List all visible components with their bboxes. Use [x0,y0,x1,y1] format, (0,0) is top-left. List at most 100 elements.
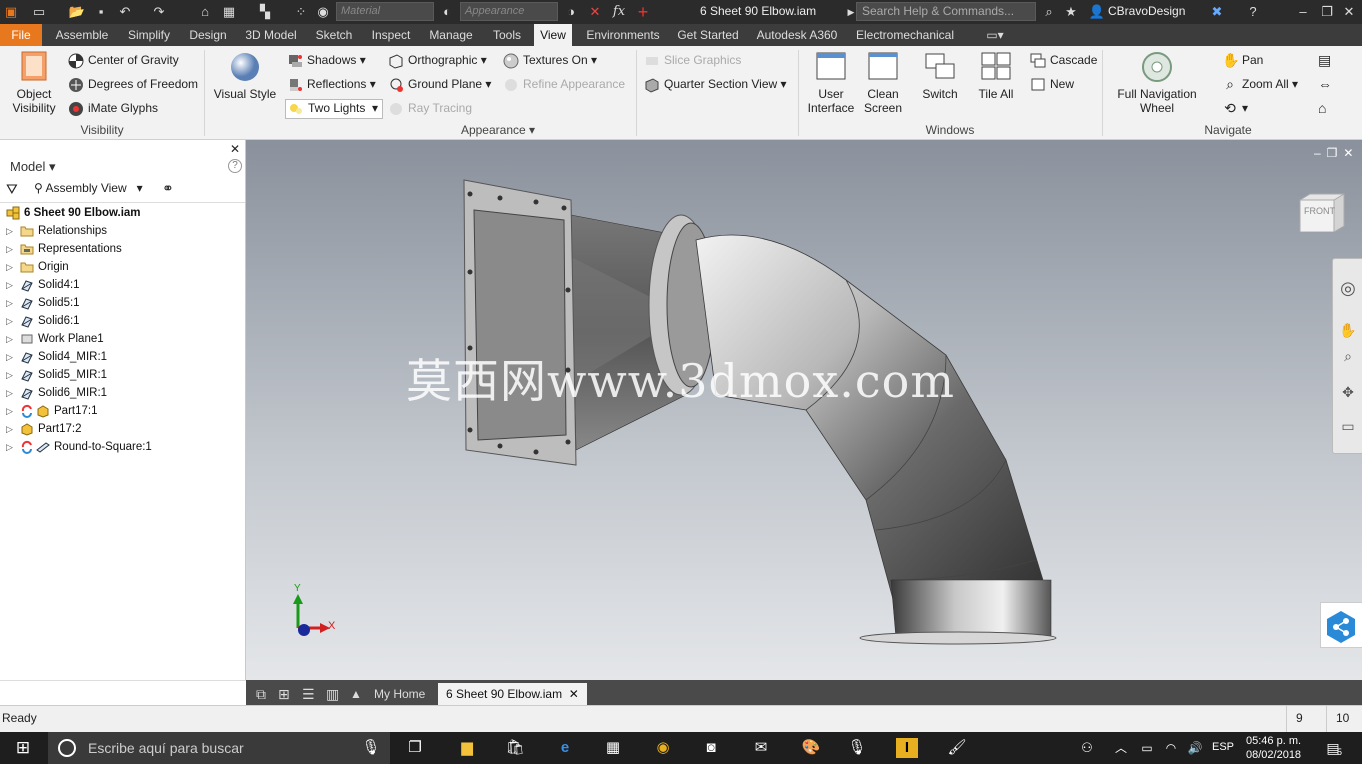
graphics-viewport[interactable]: Y X 莫西网www.3dmox.com –❐✕ [246,140,1362,680]
inventor-logo-icon[interactable]: ▣ [2,3,20,21]
tree-node[interactable]: ▷ Origin [6,258,152,276]
tile-all-button[interactable]: Tile All [972,50,1020,101]
windows-start-icon[interactable]: ⊞ [12,738,34,758]
assembly-view-dropdown[interactable]: ⚲ Assembly View ▾ [34,181,143,195]
show-hidden-icons[interactable]: ︿ [1110,738,1132,758]
expand-arrow-icon[interactable]: ▷ [6,240,20,258]
expand-arrow-icon[interactable]: ▷ [6,294,20,312]
appearance-combo[interactable]: Appearance [460,2,558,21]
tree-node[interactable]: ▷ Work Plane1 [6,330,152,348]
task-view-icon[interactable]: ❐ [404,738,426,758]
close-tab-icon[interactable]: ✕ [569,687,579,701]
expand-arrow-icon[interactable]: ▷ [6,420,20,438]
user-interface-button[interactable]: User Interface [806,50,856,115]
inventor-app-icon[interactable]: I [896,738,918,758]
expand-arrow-icon[interactable]: ▷ [6,438,20,456]
tree-node[interactable]: ▷ Solid4:1 [6,276,152,294]
clear-appearance-icon[interactable]: ✕ [586,3,604,21]
tab-autodesk-a360[interactable]: Autodesk A360 [750,24,844,46]
clean-screen-button[interactable]: Clean Screen [860,50,906,115]
nav-orbit-icon[interactable]: ✥ [1339,383,1357,401]
tree-node[interactable]: ▷ Relationships [6,222,152,240]
select-icon[interactable]: ▚ [256,3,274,21]
paint-icon[interactable]: 🎨 [800,738,822,758]
ribbon-options-icon[interactable]: ▭▾ [980,24,1010,46]
add-icon[interactable]: + [634,3,652,21]
tab-file[interactable]: File [0,24,42,46]
expand-arrow-icon[interactable]: ▷ [6,222,20,240]
language-indicator[interactable]: ESP [1212,741,1234,753]
tab-inspect[interactable]: Inspect [364,24,418,46]
find-binoculars-icon[interactable]: ⚭ [162,180,174,197]
parameters-fx-icon[interactable]: fx [610,3,628,21]
browser-close-icon[interactable]: ✕ [230,142,240,156]
tree-node[interactable]: ▷ Solid4_MIR:1 [6,348,152,366]
visual-style-button[interactable]: Visual Style [212,50,278,101]
quarter-section-view-button[interactable]: Quarter Section View ▾ [644,77,787,93]
help-icon[interactable]: ? [1244,3,1262,21]
expand-arrow-icon[interactable]: ▷ [6,384,20,402]
mail-icon[interactable]: ✉ [750,738,772,758]
center-of-gravity-button[interactable]: Center of Gravity [68,53,179,69]
imate-glyphs-button[interactable]: iMate Glyphs [68,101,158,117]
update-icon[interactable]: ▦ [220,3,238,21]
tab-my-home[interactable]: My Home [366,683,433,705]
tree-node[interactable]: ▷ Solid5_MIR:1 [6,366,152,384]
tree-node[interactable]: ▷ Round-to-Square:1 [6,438,152,456]
orthographic-button[interactable]: Orthographic ▾ [388,53,487,69]
file-explorer-icon[interactable]: ▆ [456,738,478,758]
tab-sketch[interactable]: Sketch [308,24,360,46]
taskbar-search-input[interactable]: Escribe aquí para buscar [48,732,390,764]
adjust-appearance-icon[interactable]: ◑ [562,3,580,21]
tree-node[interactable]: ▷ Solid6:1 [6,312,152,330]
new-window-button[interactable]: New [1030,77,1074,93]
tab-manage[interactable]: Manage [422,24,480,46]
tab-3d-model[interactable]: 3D Model [238,24,304,46]
tab-tools[interactable]: Tools [484,24,530,46]
people-icon[interactable]: ⚇ [1076,738,1098,758]
appearance-group-label[interactable]: Appearance ▾ [452,123,544,137]
tab-active-document[interactable]: 6 Sheet 90 Elbow.iam ✕ [438,683,587,705]
chrome-icon[interactable]: ◉ [652,738,674,758]
nav-pan-icon[interactable]: ✋ [1339,321,1357,339]
tab-simplify[interactable]: Simplify [120,24,178,46]
restore-icon[interactable]: ❐ [1318,3,1336,21]
user-account-icon[interactable]: 👤 [1088,3,1106,21]
new-file-icon[interactable]: ▭ [30,3,48,21]
cascade-button[interactable]: Cascade [1030,53,1097,69]
steering-wheel-icon[interactable]: ◎ [1339,279,1357,297]
full-navigation-wheel-button[interactable]: Full Navigation Wheel [1112,50,1202,115]
browser-title[interactable]: Model ▾ [10,159,56,175]
orbit-dropdown[interactable]: ⟲ ▾ [1222,101,1248,117]
browser-help-icon[interactable]: ? [228,159,242,173]
view-face-icon[interactable]: ⇔ [1318,77,1332,91]
close-icon[interactable]: ✕ [1340,3,1358,21]
tab-environments[interactable]: Environments [578,24,668,46]
appearance-sphere-icon[interactable]: ◉ [314,3,332,21]
tab-design[interactable]: Design [182,24,234,46]
expand-arrow-icon[interactable]: ▷ [6,330,20,348]
material-combo[interactable]: Material [336,2,434,21]
expand-arrow-icon[interactable]: ▷ [6,258,20,276]
textures-on-button[interactable]: Textures On ▾ [503,53,597,69]
camera-icon[interactable]: ◙ [700,738,722,758]
volume-icon[interactable]: 🔊 [1184,738,1206,758]
tree-node[interactable]: ▷ Representations [6,240,152,258]
tree-root[interactable]: 6 Sheet 90 Elbow.iam [6,204,152,222]
measure-icon[interactable]: ⁘ [292,3,310,21]
home-view-icon[interactable]: ⌂ [1318,101,1326,115]
expand-arrow-icon[interactable]: ▷ [6,348,20,366]
undo-icon[interactable]: ↶ [116,3,134,21]
filter-icon[interactable]: ⛛ [6,181,18,198]
viewport-window-controls[interactable]: –❐✕ [1314,146,1360,160]
expand-arrow-icon[interactable]: ▷ [6,276,20,294]
minimize-icon[interactable]: – [1294,3,1312,21]
paint-palette-icon[interactable]: 🖌 [946,738,968,758]
tree-node[interactable]: ▷ Solid5:1 [6,294,152,312]
taskbar-clock[interactable]: 05:46 p. m. 08/02/2018 [1246,734,1301,762]
lighting-style-dropdown[interactable]: Two Lights ▾ [285,99,384,119]
calculator-icon[interactable]: ▦ [602,738,624,758]
tab-view[interactable]: View [534,24,572,46]
share-view-button[interactable] [1320,602,1362,648]
shadows-button[interactable]: Shadows ▾ [287,53,366,69]
